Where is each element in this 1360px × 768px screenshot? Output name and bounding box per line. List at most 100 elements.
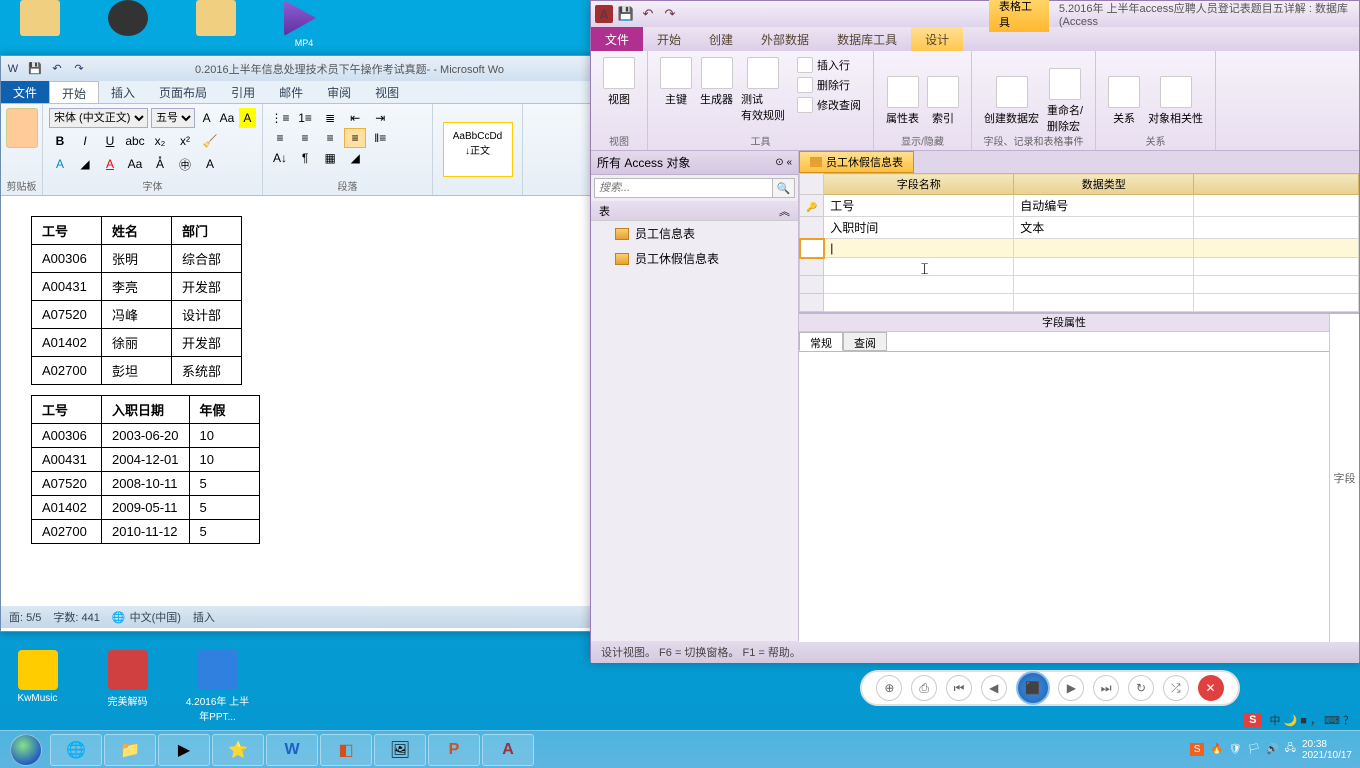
clear-format-icon[interactable]: 🧹 [199, 131, 221, 151]
desktop-kwmusic-icon[interactable]: KwMusic [5, 650, 70, 723]
char-border-icon[interactable]: A [199, 154, 221, 174]
ime-brand-icon[interactable]: S [1244, 713, 1261, 727]
font-name-select[interactable]: 宋体 (中文正文) [49, 108, 148, 128]
tab-home[interactable]: 开始 [49, 81, 99, 103]
status-language[interactable]: 🌐 中文(中国) [112, 609, 181, 625]
taskbar-star-icon[interactable]: ⭐ [212, 734, 264, 766]
insert-row-button[interactable]: 插入行 [793, 55, 865, 75]
font-color-icon[interactable]: A [99, 154, 121, 174]
desktop-folder-icon[interactable] [186, 0, 246, 50]
taskbar-ppt-icon[interactable]: ◧ [320, 734, 372, 766]
relationships-button[interactable]: 关系 [1104, 74, 1144, 128]
indent-left-icon[interactable]: ⇤ [344, 108, 366, 128]
shield-tray-icon[interactable]: 🛡 [1229, 744, 1242, 755]
redo-icon[interactable]: ↷ [71, 61, 87, 77]
save-icon[interactable]: 💾 [617, 5, 635, 23]
enclose-icon[interactable]: ㊥ [174, 154, 196, 174]
next-icon[interactable]: ⏭ [1093, 675, 1119, 701]
tab-dbtools[interactable]: 数据库工具 [823, 27, 911, 51]
status-words[interactable]: 字数: 441 [53, 609, 99, 625]
sort-icon[interactable]: A↓ [269, 148, 291, 168]
desktop-ppt-file-icon[interactable]: 4.2016年 上半年PPT... [185, 650, 250, 723]
phonetic-icon[interactable]: A̽ [149, 154, 171, 174]
view-button[interactable]: 视图 [599, 55, 639, 109]
word-document-area[interactable]: 工号姓名部门A00306张明综合部A00431李亮开发部A07520冯峰设计部A… [1, 196, 592, 606]
desktop-folder-icon[interactable] [10, 0, 70, 50]
desktop-panda-icon[interactable] [98, 0, 158, 50]
table-design-tab[interactable]: 员工休假信息表 [799, 151, 914, 173]
shading-icon[interactable]: ◢ [74, 154, 96, 174]
sogou-tray-icon[interactable]: S [1190, 743, 1205, 756]
taskbar-access-icon[interactable]: A [482, 734, 534, 766]
search-input[interactable] [594, 178, 773, 198]
tab-file[interactable]: 文件 [591, 27, 643, 51]
underline-icon[interactable]: U [99, 131, 121, 151]
multilevel-icon[interactable]: ≣ [319, 108, 341, 128]
tab-mail[interactable]: 邮件 [267, 81, 315, 103]
flag-tray-icon[interactable]: 🏳 [1248, 744, 1261, 755]
superscript-icon[interactable]: x² [174, 131, 196, 151]
tab-design[interactable]: 设计 [911, 27, 963, 51]
desktop-decoder-icon[interactable]: 完美解码 [95, 650, 160, 723]
prev-icon[interactable]: ⏮ [946, 675, 972, 701]
camera-icon[interactable]: ⎙ [911, 675, 937, 701]
tab-external[interactable]: 外部数据 [747, 27, 823, 51]
play-button[interactable]: ⬛ [1016, 671, 1050, 705]
flame-tray-icon[interactable]: 🔥 [1210, 744, 1222, 755]
rename-macro-button[interactable]: 重命名/ 删除宏 [1043, 66, 1087, 136]
shuffle-icon[interactable]: ⤮ [1163, 675, 1189, 701]
undo-icon[interactable]: ↶ [639, 5, 657, 23]
redo-icon[interactable]: ↷ [661, 5, 679, 23]
taskbar-word-icon[interactable]: W [266, 734, 318, 766]
tab-references[interactable]: 引用 [219, 81, 267, 103]
primary-key-button[interactable]: 主键 [656, 55, 696, 109]
tab-layout[interactable]: 页面布局 [147, 81, 219, 103]
delete-row-button[interactable]: 删除行 [793, 75, 865, 95]
taskbar-gallery-icon[interactable]: 🖼 [374, 734, 426, 766]
indexes-button[interactable]: 索引 [923, 74, 963, 128]
shading2-icon[interactable]: ◢ [344, 148, 366, 168]
taskbar-ppt2-icon[interactable]: P [428, 734, 480, 766]
numbering-icon[interactable]: 1≡ [294, 108, 316, 128]
paste-button[interactable] [6, 108, 38, 148]
status-insert[interactable]: 插入 [193, 609, 215, 625]
tab-view[interactable]: 视图 [363, 81, 411, 103]
taskbar-clock[interactable]: 20:382021/10/17 [1302, 739, 1352, 761]
text-effect-icon[interactable]: A [49, 154, 71, 174]
bold-icon[interactable]: B [49, 131, 71, 151]
start-button[interactable] [4, 733, 48, 767]
props-tab-lookup[interactable]: 查阅 [843, 332, 887, 351]
font-size-select[interactable]: 五号 [151, 108, 195, 128]
align-left-icon[interactable]: ≡ [269, 128, 291, 148]
bullets-icon[interactable]: ⋮≡ [269, 108, 291, 128]
property-sheet-button[interactable]: 属性表 [882, 74, 923, 128]
indent-right-icon[interactable]: ⇥ [369, 108, 391, 128]
builder-button[interactable]: 生成器 [696, 55, 737, 109]
ime-status[interactable]: 中 🌙 ■ ， ⌨ ？ [1270, 712, 1355, 728]
nav-table-item[interactable]: 员工信息表 [591, 221, 798, 246]
nav-header[interactable]: 所有 Access 对象⊙ « [591, 151, 798, 175]
align-center-icon[interactable]: ≡ [294, 128, 316, 148]
tab-insert[interactable]: 插入 [99, 81, 147, 103]
taskbar-media-icon[interactable]: ▶ [158, 734, 210, 766]
tab-create[interactable]: 创建 [695, 27, 747, 51]
desktop-mp4-icon[interactable]: MP4 [274, 0, 334, 50]
speaker-tray-icon[interactable]: 🔊 [1266, 744, 1278, 755]
style-normal[interactable]: AaBbCcDd ↓正文 [443, 122, 513, 177]
collapse-icon[interactable]: ︽ [779, 203, 790, 218]
create-macro-button[interactable]: 创建数据宏 [980, 74, 1043, 128]
subscript-icon[interactable]: x₂ [149, 131, 171, 151]
save-icon[interactable]: 💾 [27, 61, 43, 77]
network-tray-icon[interactable]: 🖧 [1285, 741, 1296, 758]
strike-icon[interactable]: abc [124, 131, 146, 151]
grow-font-icon[interactable]: A [198, 108, 215, 128]
taskbar-ie-icon[interactable]: 🌐 [50, 734, 102, 766]
status-page[interactable]: 面: 5/5 [9, 609, 41, 625]
tab-home[interactable]: 开始 [643, 27, 695, 51]
dropdown-icon[interactable]: ⊙ « [775, 157, 792, 168]
props-tab-general[interactable]: 常规 [799, 332, 843, 351]
undo-icon[interactable]: ↶ [49, 61, 65, 77]
test-rules-button[interactable]: 测试 有效规则 [737, 55, 789, 125]
char-scale-icon[interactable]: Aa [124, 154, 146, 174]
line-spacing-icon[interactable]: ‖≡ [369, 128, 391, 148]
